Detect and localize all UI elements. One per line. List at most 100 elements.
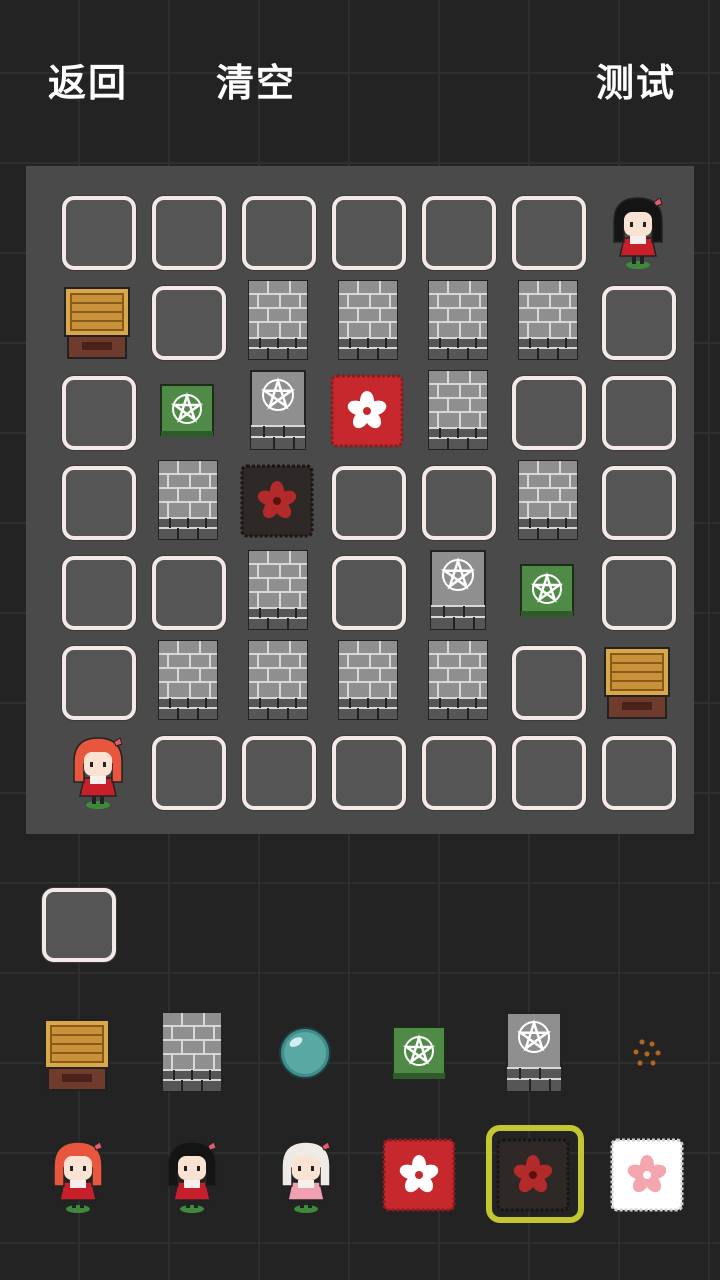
- board-cell[interactable]: [142, 186, 232, 276]
- palette-seeds[interactable]: [602, 1008, 692, 1098]
- board-cell[interactable]: [592, 636, 682, 726]
- stone-wall-icon: [158, 460, 218, 540]
- stone-wall-icon: [518, 280, 578, 360]
- palette-bubble[interactable]: [260, 1008, 350, 1098]
- board-cell[interactable]: [52, 636, 142, 726]
- empty-slot: [242, 196, 316, 270]
- palette-girl-black[interactable]: [146, 1130, 236, 1220]
- empty-slot: [332, 466, 406, 540]
- board-cell[interactable]: [592, 186, 682, 276]
- palette-crate[interactable]: [32, 1008, 122, 1098]
- red-sakura-tile-icon: [382, 1138, 456, 1212]
- stone-wall-icon: [248, 550, 308, 630]
- palette-empty[interactable]: [32, 878, 122, 968]
- board-cell[interactable]: [322, 636, 412, 726]
- board-cell[interactable]: [322, 276, 412, 366]
- empty-slot: [62, 466, 136, 540]
- board-cell[interactable]: [232, 546, 322, 636]
- board-cell[interactable]: [412, 636, 502, 726]
- board-cell[interactable]: [412, 186, 502, 276]
- wooden-crate-icon: [604, 647, 670, 719]
- stone-wall-icon: [518, 460, 578, 540]
- board-cell[interactable]: [142, 726, 232, 816]
- empty-slot: [512, 736, 586, 810]
- black-hair-girl-icon: [613, 197, 663, 269]
- board-cell[interactable]: [502, 636, 592, 726]
- board-cell[interactable]: [502, 276, 592, 366]
- board-cell[interactable]: [502, 366, 592, 456]
- board-cell[interactable]: [502, 456, 592, 546]
- board-cell[interactable]: [232, 276, 322, 366]
- stone-wall-icon: [428, 370, 488, 450]
- seeds-icon: [632, 1038, 662, 1067]
- board-cell[interactable]: [52, 456, 142, 546]
- board-cell[interactable]: [232, 726, 322, 816]
- board-cell[interactable]: [232, 186, 322, 276]
- test-button[interactable]: 测试: [596, 52, 676, 107]
- board-cell[interactable]: [412, 366, 502, 456]
- empty-slot: [602, 466, 676, 540]
- empty-slot: [512, 646, 586, 720]
- board-cell[interactable]: [502, 726, 592, 816]
- board-cell[interactable]: [412, 276, 502, 366]
- black-hair-girl-icon: [167, 1141, 217, 1213]
- board-cell[interactable]: [52, 366, 142, 456]
- board-cell[interactable]: [142, 456, 232, 546]
- stone-wall-icon: [338, 280, 398, 360]
- wooden-crate-icon: [44, 1019, 110, 1091]
- board-cell[interactable]: [232, 636, 322, 726]
- stone-wall-icon: [248, 640, 308, 720]
- board-cell[interactable]: [142, 546, 232, 636]
- board-cell[interactable]: [322, 186, 412, 276]
- board-cell[interactable]: [322, 366, 412, 456]
- board-cell[interactable]: [52, 726, 142, 816]
- board-cell[interactable]: [52, 546, 142, 636]
- white-sakura-tile-icon: [610, 1138, 684, 1212]
- palette-green-star[interactable]: [374, 1008, 464, 1098]
- board-cell[interactable]: [142, 276, 232, 366]
- red-hair-girl-icon: [73, 737, 123, 809]
- board-cell[interactable]: [142, 366, 232, 456]
- board-cell[interactable]: [412, 456, 502, 546]
- board-cell[interactable]: [52, 186, 142, 276]
- palette-girl-white[interactable]: [260, 1130, 350, 1220]
- board-cell[interactable]: [232, 366, 322, 456]
- stone-wall-icon: [248, 280, 308, 360]
- level-board: [26, 166, 694, 834]
- empty-slot: [512, 196, 586, 270]
- board-cell[interactable]: [592, 726, 682, 816]
- empty-slot: [602, 286, 676, 360]
- board-cell[interactable]: [592, 546, 682, 636]
- board-cell[interactable]: [52, 276, 142, 366]
- board-cell[interactable]: [322, 456, 412, 546]
- empty-slot: [602, 556, 676, 630]
- stone-star-pillar-icon: [430, 550, 486, 630]
- bubble-icon: [279, 1027, 331, 1079]
- board-cell[interactable]: [322, 726, 412, 816]
- board-cell[interactable]: [412, 726, 502, 816]
- empty-slot: [602, 736, 676, 810]
- board-cell[interactable]: [592, 276, 682, 366]
- board-cell[interactable]: [412, 546, 502, 636]
- board-cell[interactable]: [502, 186, 592, 276]
- back-button[interactable]: 返回: [48, 52, 128, 107]
- red-hair-girl-icon: [53, 1141, 103, 1213]
- empty-slot: [512, 376, 586, 450]
- dark-sakura-tile-icon: [240, 464, 314, 538]
- empty-slot: [152, 286, 226, 360]
- wooden-crate-icon: [64, 287, 130, 359]
- palette-white-flower[interactable]: [602, 1130, 692, 1220]
- palette-stone-star[interactable]: [488, 1008, 578, 1098]
- empty-slot: [422, 196, 496, 270]
- board-cell[interactable]: [142, 636, 232, 726]
- palette-girl-red[interactable]: [32, 1130, 122, 1220]
- clear-button[interactable]: 清空: [216, 52, 296, 107]
- board-cell[interactable]: [592, 456, 682, 546]
- palette-wall[interactable]: [146, 1008, 236, 1098]
- board-cell[interactable]: [592, 366, 682, 456]
- palette-red-flower[interactable]: [374, 1130, 464, 1220]
- board-cell[interactable]: [232, 456, 322, 546]
- selection-highlight: [486, 1125, 584, 1223]
- board-cell[interactable]: [322, 546, 412, 636]
- board-cell[interactable]: [502, 546, 592, 636]
